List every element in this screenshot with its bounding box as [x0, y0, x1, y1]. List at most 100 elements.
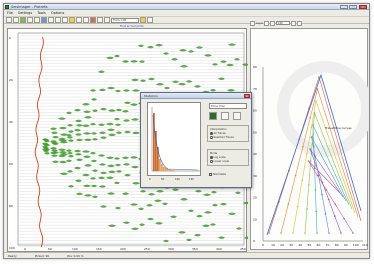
trace-icon[interactable] [48, 17, 54, 23]
status-ready: Ready [8, 254, 17, 258]
wavelet [155, 222, 163, 225]
wavelet [235, 191, 241, 195]
normalize-checkbox[interactable]: Normalize [209, 173, 226, 176]
wavelet [107, 164, 115, 168]
redo-icon[interactable] [83, 17, 89, 23]
hist-tick-0: 0 [149, 178, 151, 181]
wavelet [122, 109, 129, 113]
wavelet [107, 86, 115, 90]
tt-x-tick: 30 [289, 243, 293, 247]
wavelet [212, 203, 218, 207]
wavelet [130, 103, 138, 106]
dialog-select[interactable]: Time (ms) [209, 103, 247, 109]
export-icon[interactable] [296, 20, 302, 26]
copy-icon[interactable] [233, 112, 241, 120]
wavelet [131, 227, 139, 231]
window-title: SeisImager - Plotrefa [11, 5, 48, 9]
wavelet [108, 170, 116, 174]
open-icon[interactable] [6, 17, 12, 23]
radio-log-scale[interactable]: Log scale [210, 156, 246, 159]
maximize-button[interactable]: □ [349, 5, 357, 9]
wavelet [220, 60, 227, 63]
wavelet [146, 204, 153, 207]
zoom-out-icon[interactable] [34, 17, 40, 23]
histogram-svg [151, 107, 200, 172]
wavelet [236, 227, 242, 230]
wavelet [115, 123, 121, 126]
wavelet [74, 128, 81, 132]
tt-x-tick: 60 [317, 243, 321, 247]
scale-icon[interactable] [55, 17, 61, 23]
mode-label: Mode [210, 152, 218, 155]
wavelet [75, 119, 82, 123]
wavelet [108, 224, 116, 227]
layer-icon[interactable] [250, 20, 255, 26]
traveltime-point [315, 165, 317, 167]
tt-y-tick: 30 [253, 174, 257, 178]
radio-all-traces[interactable]: All Traces [210, 132, 246, 135]
hist-tick-3: 150 [189, 178, 194, 181]
wavelet [90, 151, 96, 155]
wavelet [171, 58, 178, 61]
reset-icon[interactable] [221, 112, 229, 120]
wavelet [123, 221, 130, 224]
wavelet [92, 138, 98, 141]
radio-linear-scale[interactable]: Linear scale [210, 160, 246, 163]
filter-icon[interactable] [62, 17, 68, 23]
wavelet [156, 190, 164, 193]
up-icon[interactable] [263, 20, 269, 26]
tt-x-tick: 110 [362, 243, 368, 247]
trace-selector[interactable]: Trace 1-96 [111, 17, 139, 23]
traveltime-annotation: Traveltime curves [324, 126, 352, 130]
grid-icon[interactable] [97, 17, 103, 23]
settings-icon[interactable] [147, 17, 153, 23]
wavelet [75, 179, 82, 183]
x-tick-label: 150 [96, 247, 102, 251]
wavelet [220, 202, 227, 206]
y-tick-label: 20 [9, 78, 13, 82]
wavelet [84, 115, 92, 119]
wavelet [91, 159, 97, 163]
dialog-close-button[interactable]: × [244, 94, 250, 98]
pick-icon[interactable] [41, 17, 47, 23]
save-icon[interactable] [13, 17, 19, 23]
traveltime-panel[interactable]: 0 10 20 30 40 50 60 70 80 0 10 20 30 40 50 60 70 80 90 100 1… [250, 28, 369, 250]
wavelet [106, 56, 114, 60]
apply-icon[interactable] [209, 112, 217, 120]
print-icon[interactable] [104, 17, 110, 23]
traveltime-curve [308, 160, 354, 234]
traveltime-point [315, 210, 317, 213]
tt-x-tick: 70 [326, 243, 330, 247]
tt-y-tick: 50 [253, 130, 257, 134]
zoom-select[interactable]: 100 [275, 21, 290, 25]
minimize-button[interactable]: _ [340, 5, 348, 9]
wavelet [52, 135, 59, 139]
wavelet [106, 122, 114, 126]
wavelet [140, 79, 146, 82]
close-button[interactable]: × [359, 5, 367, 9]
wavelet [100, 107, 107, 111]
tt-x-tick: 50 [307, 243, 311, 247]
undo-icon[interactable] [76, 17, 82, 23]
wavelet [83, 155, 91, 159]
x-tick-label: 50 [48, 247, 52, 251]
tt-x-tick: 90 [344, 243, 348, 247]
highlight-icon[interactable] [69, 17, 75, 23]
refresh-icon[interactable] [290, 20, 296, 26]
mode-group: Mode Log scale Linear scale [207, 149, 249, 166]
traveltime-point [343, 217, 345, 220]
wavelet [124, 173, 131, 177]
down-icon[interactable] [269, 20, 275, 26]
wavelet [188, 50, 194, 53]
delete-icon[interactable] [90, 17, 96, 23]
traveltime-point [327, 198, 330, 201]
wavelet [138, 207, 144, 211]
marker-icon[interactable] [140, 17, 146, 23]
wavelet [82, 103, 90, 106]
radio-selected-traces[interactable]: Selected Traces [210, 136, 246, 139]
zoom-in-icon[interactable] [27, 17, 33, 23]
wave-icon[interactable] [20, 17, 26, 23]
wavelet [162, 202, 168, 206]
wavelet [124, 101, 131, 104]
wavelet [123, 163, 130, 166]
